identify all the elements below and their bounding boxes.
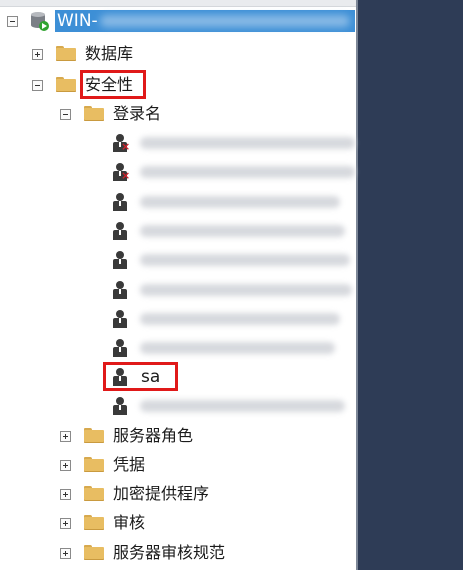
folder-icon — [84, 428, 104, 443]
redacted-server-name — [100, 15, 350, 27]
login-item[interactable] — [0, 248, 356, 272]
folder-icon — [84, 515, 104, 530]
database-server-icon — [30, 11, 49, 31]
user-icon — [112, 397, 128, 415]
tree-node-security[interactable]: 安全性 — [0, 70, 356, 99]
expand-toggle[interactable] — [60, 489, 71, 500]
folder-icon — [84, 106, 104, 121]
login-item[interactable] — [0, 336, 356, 360]
node-label: 加密提供程序 — [113, 484, 210, 503]
user-icon — [112, 251, 128, 269]
folder-icon — [56, 77, 76, 92]
user-icon — [112, 310, 128, 328]
login-item[interactable] — [0, 190, 356, 214]
tree-node-audit-specs[interactable]: 服务器审核规范 — [0, 541, 356, 565]
redacted-login-name — [140, 196, 340, 208]
tree-node-server[interactable]: WIN- — [0, 9, 356, 33]
redacted-login-name — [140, 342, 335, 354]
redacted-login-name — [140, 284, 352, 296]
node-label: 审核 — [113, 513, 146, 532]
node-label: 登录名 — [113, 104, 162, 123]
collapse-toggle[interactable] — [32, 80, 43, 91]
tree-node-databases[interactable]: 数据库 — [0, 42, 356, 66]
login-item[interactable] — [0, 278, 356, 302]
expand-toggle[interactable] — [60, 431, 71, 442]
login-item[interactable]: × — [0, 131, 356, 155]
toolbar-strip — [0, 0, 356, 7]
annotation-highlight-sa — [103, 362, 178, 391]
node-label: 服务器审核规范 — [113, 543, 226, 562]
login-item[interactable]: × — [0, 160, 356, 184]
expand-toggle[interactable] — [60, 548, 71, 559]
tree-node-crypto-providers[interactable]: 加密提供程序 — [0, 482, 356, 506]
login-item-sa[interactable]: sa — [0, 362, 356, 391]
node-label: 凭据 — [113, 455, 146, 474]
annotation-highlight-security — [80, 70, 146, 99]
redacted-login-name — [140, 400, 345, 412]
tree-node-server-roles[interactable]: 服务器角色 — [0, 424, 356, 448]
redacted-login-name — [140, 313, 340, 325]
redacted-login-name — [140, 137, 355, 149]
node-label: 数据库 — [85, 44, 134, 63]
user-disabled-icon: × — [112, 134, 130, 152]
user-icon — [112, 281, 128, 299]
user-icon — [112, 339, 128, 357]
user-icon — [112, 222, 128, 240]
expand-toggle[interactable] — [60, 460, 71, 471]
tree-node-logins[interactable]: 登录名 — [0, 102, 356, 126]
login-item[interactable] — [0, 219, 356, 243]
folder-icon — [84, 486, 104, 501]
user-disabled-icon: × — [112, 163, 130, 181]
redacted-login-name — [140, 254, 350, 266]
tree-node-credentials[interactable]: 凭据 — [0, 453, 356, 477]
redacted-login-name — [140, 225, 345, 237]
server-label: WIN- — [57, 11, 98, 31]
expand-toggle[interactable] — [32, 49, 43, 60]
document-area — [358, 0, 463, 570]
expand-toggle[interactable] — [60, 518, 71, 529]
redacted-login-name — [140, 166, 355, 178]
login-item[interactable] — [0, 307, 356, 331]
folder-icon — [56, 46, 76, 61]
collapse-toggle[interactable] — [7, 16, 18, 27]
user-icon — [112, 193, 128, 211]
login-item[interactable] — [0, 394, 356, 418]
collapse-toggle[interactable] — [60, 109, 71, 120]
tree-node-audits[interactable]: 审核 — [0, 511, 356, 535]
folder-icon — [84, 457, 104, 472]
node-label: 服务器角色 — [113, 426, 194, 445]
folder-icon — [84, 545, 104, 560]
